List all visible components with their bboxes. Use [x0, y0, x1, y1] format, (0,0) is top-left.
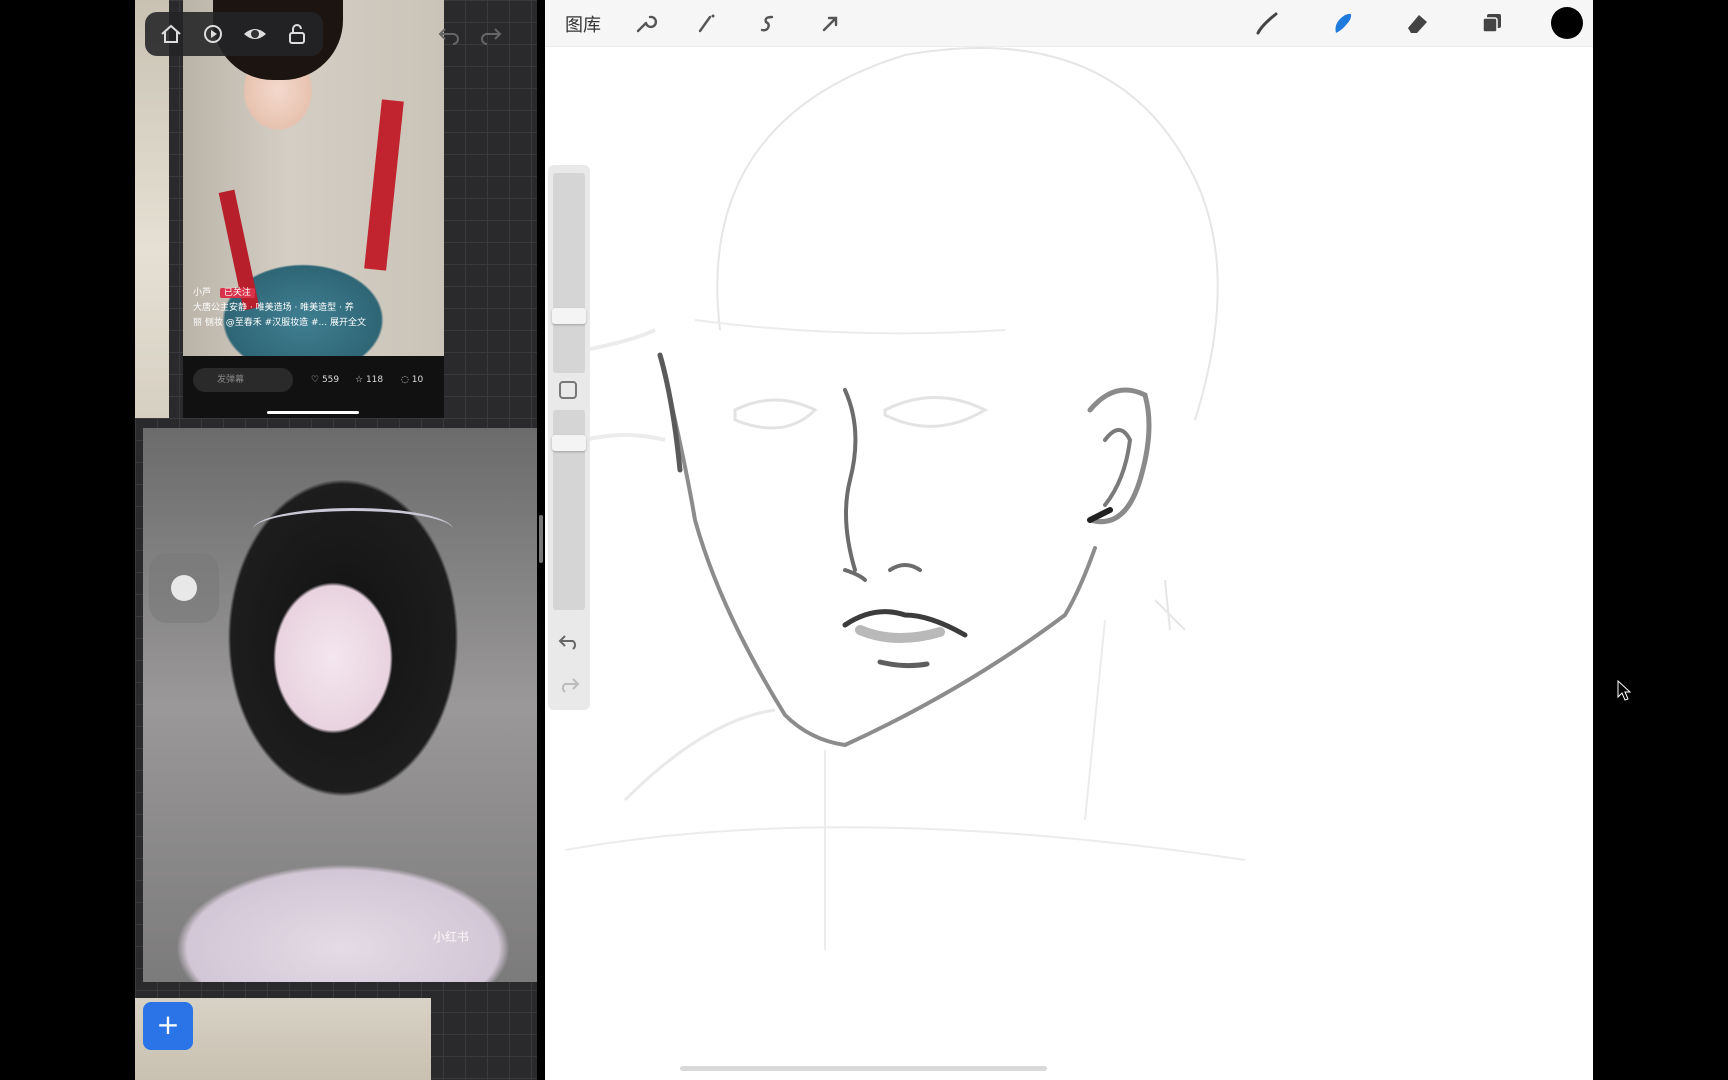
caption-line: 大唐公主安静 · 唯美造场 · 唯美造型 · 养 [193, 303, 354, 313]
favorite-count[interactable]: ☆ 118 [355, 368, 383, 392]
layers-icon[interactable] [1478, 9, 1506, 37]
comment-value: 10 [411, 375, 424, 385]
redo-icon[interactable] [555, 670, 583, 698]
gallery-button[interactable]: 图库 [565, 11, 601, 37]
selection-icon[interactable] [754, 9, 782, 37]
procreate-toolbar: 图库 [545, 0, 1593, 47]
star-icon: ☆ [355, 375, 364, 385]
color-swatch[interactable] [1551, 7, 1583, 39]
wrench-icon[interactable] [630, 9, 658, 37]
drawing-canvas[interactable] [545, 0, 1593, 1080]
reference-toolbar [145, 12, 323, 56]
post-action-bar: 发弹幕 ♡ 559 ☆ 118 ◌ 10 [183, 356, 444, 418]
brush-sidebar [548, 165, 590, 710]
like-value: 559 [321, 375, 340, 385]
assistive-touch-button[interactable] [149, 553, 219, 623]
comment-count[interactable]: ◌ 10 [401, 368, 423, 392]
post-author: 小芦 [193, 288, 212, 298]
caption-line: 丽 侧妆 @至春禾 #汉服妆造 #... 展开全文 [193, 318, 366, 328]
reference-photo-fantasy-portrait[interactable]: 小红书 [143, 428, 537, 982]
post-home-indicator [267, 411, 359, 414]
ribbon-shape [364, 99, 404, 271]
opacity-thumb[interactable] [552, 435, 586, 451]
modify-square-icon[interactable] [559, 381, 577, 399]
unlock-icon[interactable] [283, 20, 311, 48]
mouse-cursor-icon [1617, 680, 1631, 701]
add-reference-button[interactable]: + [143, 1002, 193, 1050]
watermark: 小红书 [433, 930, 470, 944]
eye-icon[interactable] [241, 20, 269, 48]
home-icon[interactable] [157, 20, 185, 48]
circlet-shape [253, 508, 453, 551]
brush-size-thumb[interactable] [552, 308, 586, 324]
heart-icon: ♡ [311, 375, 320, 385]
smudge-icon[interactable] [1328, 9, 1356, 37]
reference-panel[interactable]: 小芦 已关注 大唐公主安静 · 唯美造场 · 唯美造型 · 养 丽 侧妆 @至春… [135, 0, 537, 1080]
eraser-icon[interactable] [1403, 9, 1431, 37]
reference-photo-post[interactable]: 小芦 已关注 大唐公主安静 · 唯美造场 · 唯美造型 · 养 丽 侧妆 @至春… [183, 0, 444, 418]
transform-arrow-icon[interactable] [816, 9, 844, 37]
chat-bubble-icon: ◌ [401, 375, 409, 385]
post-caption: 小芦 已关注 大唐公主安静 · 唯美造场 · 唯美造型 · 养 丽 侧妆 @至春… [193, 286, 433, 331]
follow-badge: 已关注 [219, 288, 255, 298]
brush-size-slider[interactable] [553, 173, 585, 373]
reference-undo-group [427, 12, 523, 56]
like-count[interactable]: ♡ 559 [311, 368, 339, 392]
face-sketch [564, 47, 1246, 950]
brush-icon[interactable] [1252, 9, 1280, 37]
split-view-handle[interactable] [539, 515, 543, 563]
undo-icon[interactable] [435, 20, 463, 48]
undo-icon[interactable] [555, 627, 583, 655]
favorite-value: 118 [365, 375, 384, 385]
comment-input[interactable]: 发弹幕 [193, 368, 293, 392]
magic-wand-icon[interactable] [692, 9, 720, 37]
redo-icon[interactable] [477, 20, 505, 48]
reference-photo-edge [135, 0, 169, 418]
play-icon[interactable] [199, 20, 227, 48]
home-indicator [680, 1066, 1047, 1071]
